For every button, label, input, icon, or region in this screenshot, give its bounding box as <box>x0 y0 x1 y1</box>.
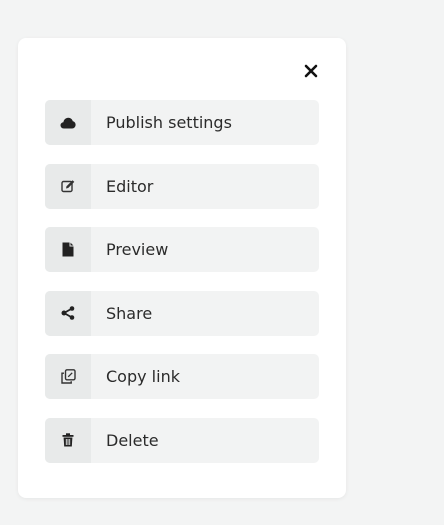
cloud-icon <box>45 100 91 145</box>
menu-item-label: Share <box>106 303 153 323</box>
menu-item-label: Copy link <box>106 367 180 386</box>
edit-icon <box>45 163 91 209</box>
actions-panel: Publish settings Editor Preview Share Co… <box>18 38 346 498</box>
menu-item-label: Delete <box>106 430 159 450</box>
editor-button[interactable]: Editor <box>45 163 319 209</box>
delete-button[interactable]: Delete <box>45 417 319 463</box>
share-button[interactable]: Share <box>45 290 319 336</box>
preview-button[interactable]: Preview <box>45 227 319 272</box>
menu-item-label: Editor <box>106 176 154 196</box>
close-icon <box>304 64 318 78</box>
file-icon <box>45 227 91 272</box>
trash-icon <box>45 417 91 463</box>
menu-item-label: Preview <box>106 240 169 259</box>
copy-link-button[interactable]: Copy link <box>45 354 319 399</box>
publish-settings-button[interactable]: Publish settings <box>45 100 319 145</box>
share-icon <box>45 290 91 336</box>
menu-item-label: Publish settings <box>106 113 232 132</box>
actions-menu: Publish settings Editor Preview Share Co… <box>45 100 319 481</box>
close-button[interactable] <box>302 62 320 80</box>
copy-link-icon <box>45 354 91 399</box>
